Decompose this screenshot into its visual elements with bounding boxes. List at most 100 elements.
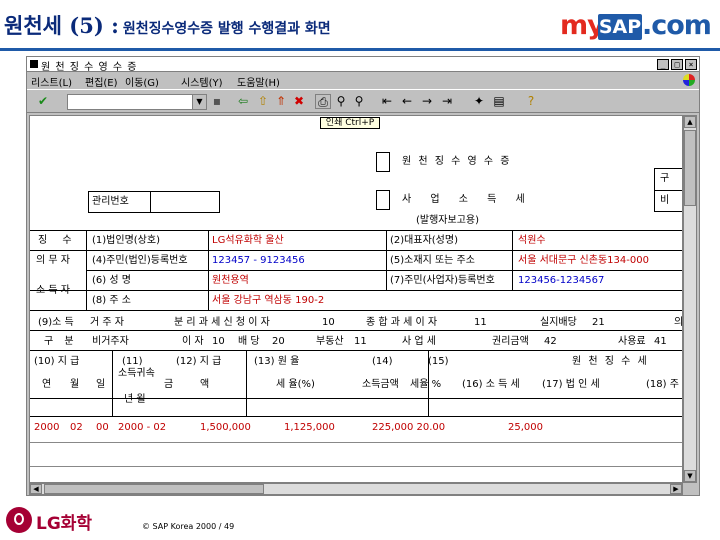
- value-corp-name: LG석유화학 울산: [212, 235, 284, 246]
- row-amount: 1,500,000: [200, 422, 251, 433]
- minimize-button[interactable]: _: [657, 59, 669, 70]
- print-tooltip: 인쇄 Ctrl+P: [320, 117, 380, 129]
- slide-title: 원천세 (5) : 원천징수영수증 발행 수행결과 화면: [4, 10, 331, 40]
- menu-goto[interactable]: 이동(G): [125, 74, 159, 89]
- row-income-amount: 225,000 20.00: [372, 422, 446, 433]
- scroll-up-icon[interactable]: ▲: [684, 116, 696, 128]
- interest-label: 이 자: [182, 336, 204, 347]
- divider: [208, 230, 209, 310]
- divider: [86, 230, 87, 310]
- horizontal-scrollbar[interactable]: ◀ ▶: [29, 483, 683, 495]
- shortcut-icon[interactable]: ▤: [491, 94, 507, 109]
- vertical-scrollbar[interactable]: ▲ ▼: [683, 115, 697, 483]
- col-rate-pct: 세율 %: [410, 379, 442, 390]
- previous-page-icon[interactable]: ←: [399, 94, 415, 109]
- col-tax-rate: 세 율(%): [276, 379, 315, 390]
- right-mark-bi: 비: [660, 195, 670, 206]
- col-amount-b: 액: [200, 379, 210, 390]
- issuer-note: (발행자보고용): [416, 215, 480, 226]
- command-field[interactable]: ▼: [67, 94, 207, 110]
- scroll-down-icon[interactable]: ▼: [684, 470, 696, 482]
- col-income-period: 소득귀속: [118, 368, 155, 379]
- interest-value: 10: [212, 336, 225, 347]
- close-button[interactable]: ×: [685, 59, 697, 70]
- col-11: (11): [122, 356, 143, 367]
- print-icon[interactable]: ⎙: [315, 94, 331, 109]
- col-year: 연: [42, 379, 52, 390]
- field-name: (6) 성 명: [92, 275, 131, 286]
- royalty-label: 사용료: [618, 336, 646, 347]
- enter-check-icon[interactable]: ✔: [35, 94, 51, 109]
- up-icon[interactable]: ⇑: [273, 94, 289, 109]
- header-divider: [0, 48, 720, 51]
- rights-value: 42: [544, 336, 557, 347]
- first-page-icon[interactable]: ⇤: [379, 94, 395, 109]
- restore-button[interactable]: □: [671, 59, 683, 70]
- divider: [30, 250, 682, 251]
- logo-sap: SAP: [598, 14, 642, 40]
- window-menu-icon[interactable]: [30, 60, 38, 68]
- last-page-icon[interactable]: ⇥: [439, 94, 455, 109]
- menu-edit[interactable]: 편집(E): [85, 74, 118, 89]
- scroll-right-icon[interactable]: ▶: [670, 484, 682, 494]
- col-14: (14): [372, 356, 393, 367]
- create-session-icon[interactable]: ✦: [471, 94, 487, 109]
- find-next-icon[interactable]: ⚲: [351, 94, 367, 109]
- col-withholding: 원 천 징 수 세: [572, 356, 649, 367]
- toolbar: ✔ ▼ ▪ ⇦ ⇧ ⇑ ✖ ⎙ ⚲ ⚲ ⇤ ← → ⇥ ✦ ▤ ?: [27, 89, 699, 113]
- field-representative: (2)대표자(성명): [390, 235, 458, 246]
- dividend-kind-label: 배 당: [238, 336, 260, 347]
- hscroll-thumb[interactable]: [44, 484, 264, 494]
- col-pay-amount: (12) 지 급: [176, 356, 222, 367]
- col-year-month: 년 월: [124, 394, 146, 405]
- report-content: 인쇄 Ctrl+P 원 천 징 수 영 수 증 사 업 소 득 세 구 비 관리…: [29, 115, 683, 483]
- checkbox-business-tax[interactable]: [376, 190, 390, 210]
- col-income-tax: (16) 소 득 세: [462, 379, 520, 390]
- divider: [30, 442, 682, 443]
- payer-label: 징 수: [38, 235, 78, 246]
- find-icon[interactable]: ⚲: [333, 94, 349, 109]
- realestate-value: 11: [354, 336, 367, 347]
- menu-list[interactable]: 리스트(L): [31, 74, 72, 89]
- back-icon[interactable]: ⇦: [235, 94, 251, 109]
- divider: [30, 416, 682, 417]
- logo-com: .com: [642, 10, 712, 41]
- company-name: LG화학: [36, 514, 93, 534]
- save-icon[interactable]: ▪: [209, 94, 225, 109]
- field-earner-id: (7)주민(사업자)등록번호: [390, 275, 495, 286]
- divider: [30, 466, 682, 467]
- col-rate: (13) 원 율: [254, 356, 300, 367]
- scroll-left-icon[interactable]: ◀: [30, 484, 42, 494]
- resident-label: 거 주 자: [90, 317, 124, 328]
- col-pay-date: (10) 지 급: [34, 356, 80, 367]
- row-day: 00: [96, 422, 109, 433]
- separate-tax-value: 10: [322, 317, 335, 328]
- menu-system[interactable]: 시스템(Y): [181, 74, 223, 89]
- checkbox-receipt[interactable]: [376, 152, 390, 172]
- window-title: 원 천 징 수 영 수 증: [41, 62, 138, 73]
- global-tax-value: 11: [474, 317, 487, 328]
- col-day: 일: [96, 379, 106, 390]
- divider: [30, 230, 682, 231]
- help-icon[interactable]: ?: [523, 94, 539, 109]
- global-tax-label: 종 합 과 세 이 자: [366, 317, 438, 328]
- divider: [30, 290, 682, 291]
- col-amount-a: 금: [164, 379, 174, 390]
- col-corp-tax: (17) 법 인 세: [542, 379, 600, 390]
- row-income-tax: 25,000: [508, 422, 543, 433]
- exit-icon[interactable]: ⇧: [255, 94, 271, 109]
- kind-label: 구 분: [44, 336, 78, 347]
- chevron-down-icon[interactable]: ▼: [192, 95, 206, 109]
- menu-help[interactable]: 도움말(H): [237, 74, 280, 89]
- dividend-label: 실지배당: [540, 317, 577, 328]
- scroll-thumb[interactable]: [684, 130, 696, 206]
- divider: [654, 190, 682, 191]
- row-year: 2000: [34, 422, 60, 433]
- divider: [386, 230, 387, 290]
- value-reg-number: 123457 - 9123456: [212, 255, 305, 266]
- cancel-icon[interactable]: ✖: [291, 94, 307, 109]
- next-page-icon[interactable]: →: [419, 94, 435, 109]
- divider: [86, 270, 682, 271]
- field-corp-name: (1)법인명(상호): [92, 235, 160, 246]
- window-titlebar[interactable]: 원 천 징 수 영 수 증 _ □ ×: [27, 57, 699, 73]
